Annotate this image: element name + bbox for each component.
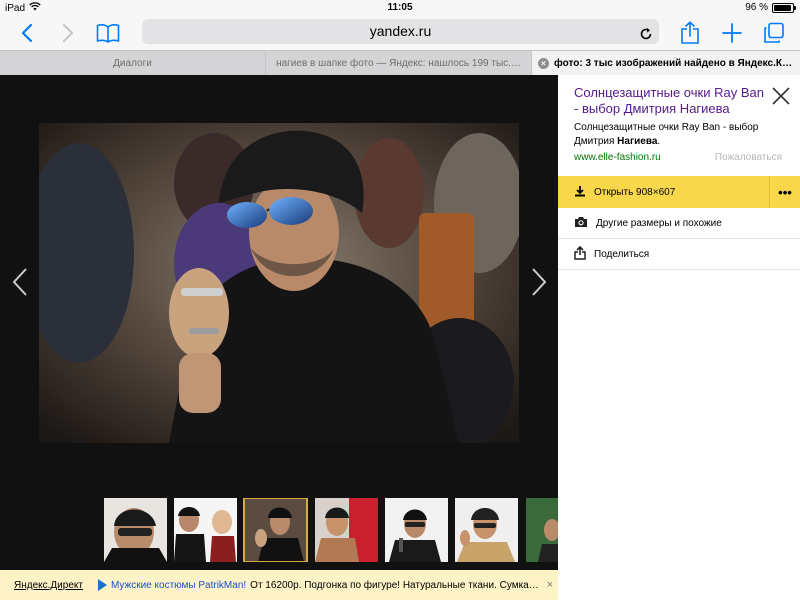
battery-percent: 96 %	[745, 2, 768, 13]
tab-images[interactable]: × фото: 3 тыс изображений найдено в Янде…	[532, 51, 800, 75]
yandex-direct-link[interactable]: Яндекс.Директ	[14, 580, 83, 591]
ad-text: От 16200р. Подгонка по фигуре! Натуральн…	[250, 579, 539, 591]
thumbnail[interactable]	[526, 498, 558, 562]
ad-link[interactable]: Мужские костюмы PatrikMan!	[111, 580, 246, 591]
clock: 11:05	[387, 2, 413, 13]
thumbnail[interactable]	[385, 498, 448, 562]
browser-toolbar: yandex.ru	[0, 16, 800, 50]
ad-banner: Яндекс.Директ Мужские костюмы PatrikMan!…	[0, 570, 558, 600]
thumbnail[interactable]	[104, 498, 167, 562]
main-photo[interactable]	[39, 123, 519, 443]
share-button[interactable]: Поделиться	[558, 239, 800, 270]
download-icon	[574, 185, 586, 200]
image-description: Солнцезащитные очки Ray Ban - выбор Дмит…	[574, 122, 759, 147]
close-icon[interactable]: ×	[547, 579, 553, 591]
open-image-button[interactable]: Открыть 908×607	[558, 176, 769, 208]
url-text: yandex.ru	[369, 23, 432, 39]
battery-icon	[772, 2, 796, 13]
close-icon[interactable]	[770, 85, 792, 107]
share-icon	[574, 245, 586, 263]
image-info-panel: Солнцезащитные очки Ray Ban - выбор Дмит…	[558, 75, 800, 600]
complain-link[interactable]: Пожаловаться	[715, 152, 782, 163]
plus-icon[interactable]	[719, 20, 745, 46]
play-icon	[97, 579, 107, 591]
address-bar[interactable]: yandex.ru	[142, 19, 659, 44]
chevron-left-icon[interactable]	[14, 20, 40, 46]
other-sizes-label: Другие размеры и похожие	[596, 217, 722, 229]
thumbnail-selected[interactable]	[243, 498, 308, 562]
open-image-row: Открыть 908×607 •••	[558, 176, 800, 208]
share-label: Поделиться	[594, 248, 650, 260]
next-image-arrow[interactable]	[529, 267, 549, 297]
other-sizes-button[interactable]: Другие размеры и похожие	[558, 208, 800, 239]
status-bar: iPad 11:05 96 %	[0, 0, 800, 16]
book-icon[interactable]	[95, 20, 121, 46]
thumbnail[interactable]	[455, 498, 518, 562]
more-options-button[interactable]: •••	[769, 176, 800, 208]
tab-dialogs[interactable]: Диалоги	[0, 51, 266, 75]
chevron-right-icon[interactable]	[55, 20, 81, 46]
image-viewer	[0, 75, 558, 570]
source-page-title-link[interactable]: Солнцезащитные очки Ray Ban - выбор Дмит…	[574, 85, 769, 117]
camera-icon	[574, 216, 588, 231]
close-tab-icon[interactable]: ×	[538, 58, 549, 69]
thumbnail[interactable]	[315, 498, 378, 562]
open-image-label: Открыть 908×607	[594, 186, 676, 198]
reload-icon[interactable]	[639, 24, 653, 40]
tab-search-results[interactable]: нагиев в шапке фото — Яндекс: нашлось 19…	[266, 51, 532, 75]
tab-bar: Диалоги нагиев в шапке фото — Яндекс: на…	[0, 50, 800, 75]
tabs-icon[interactable]	[761, 20, 787, 46]
source-site-link[interactable]: www.elle-fashion.ru	[574, 152, 661, 163]
share-icon[interactable]	[677, 20, 703, 46]
thumbnail-strip	[0, 498, 558, 562]
thumbnail[interactable]	[174, 498, 237, 562]
previous-image-arrow[interactable]	[10, 267, 30, 297]
